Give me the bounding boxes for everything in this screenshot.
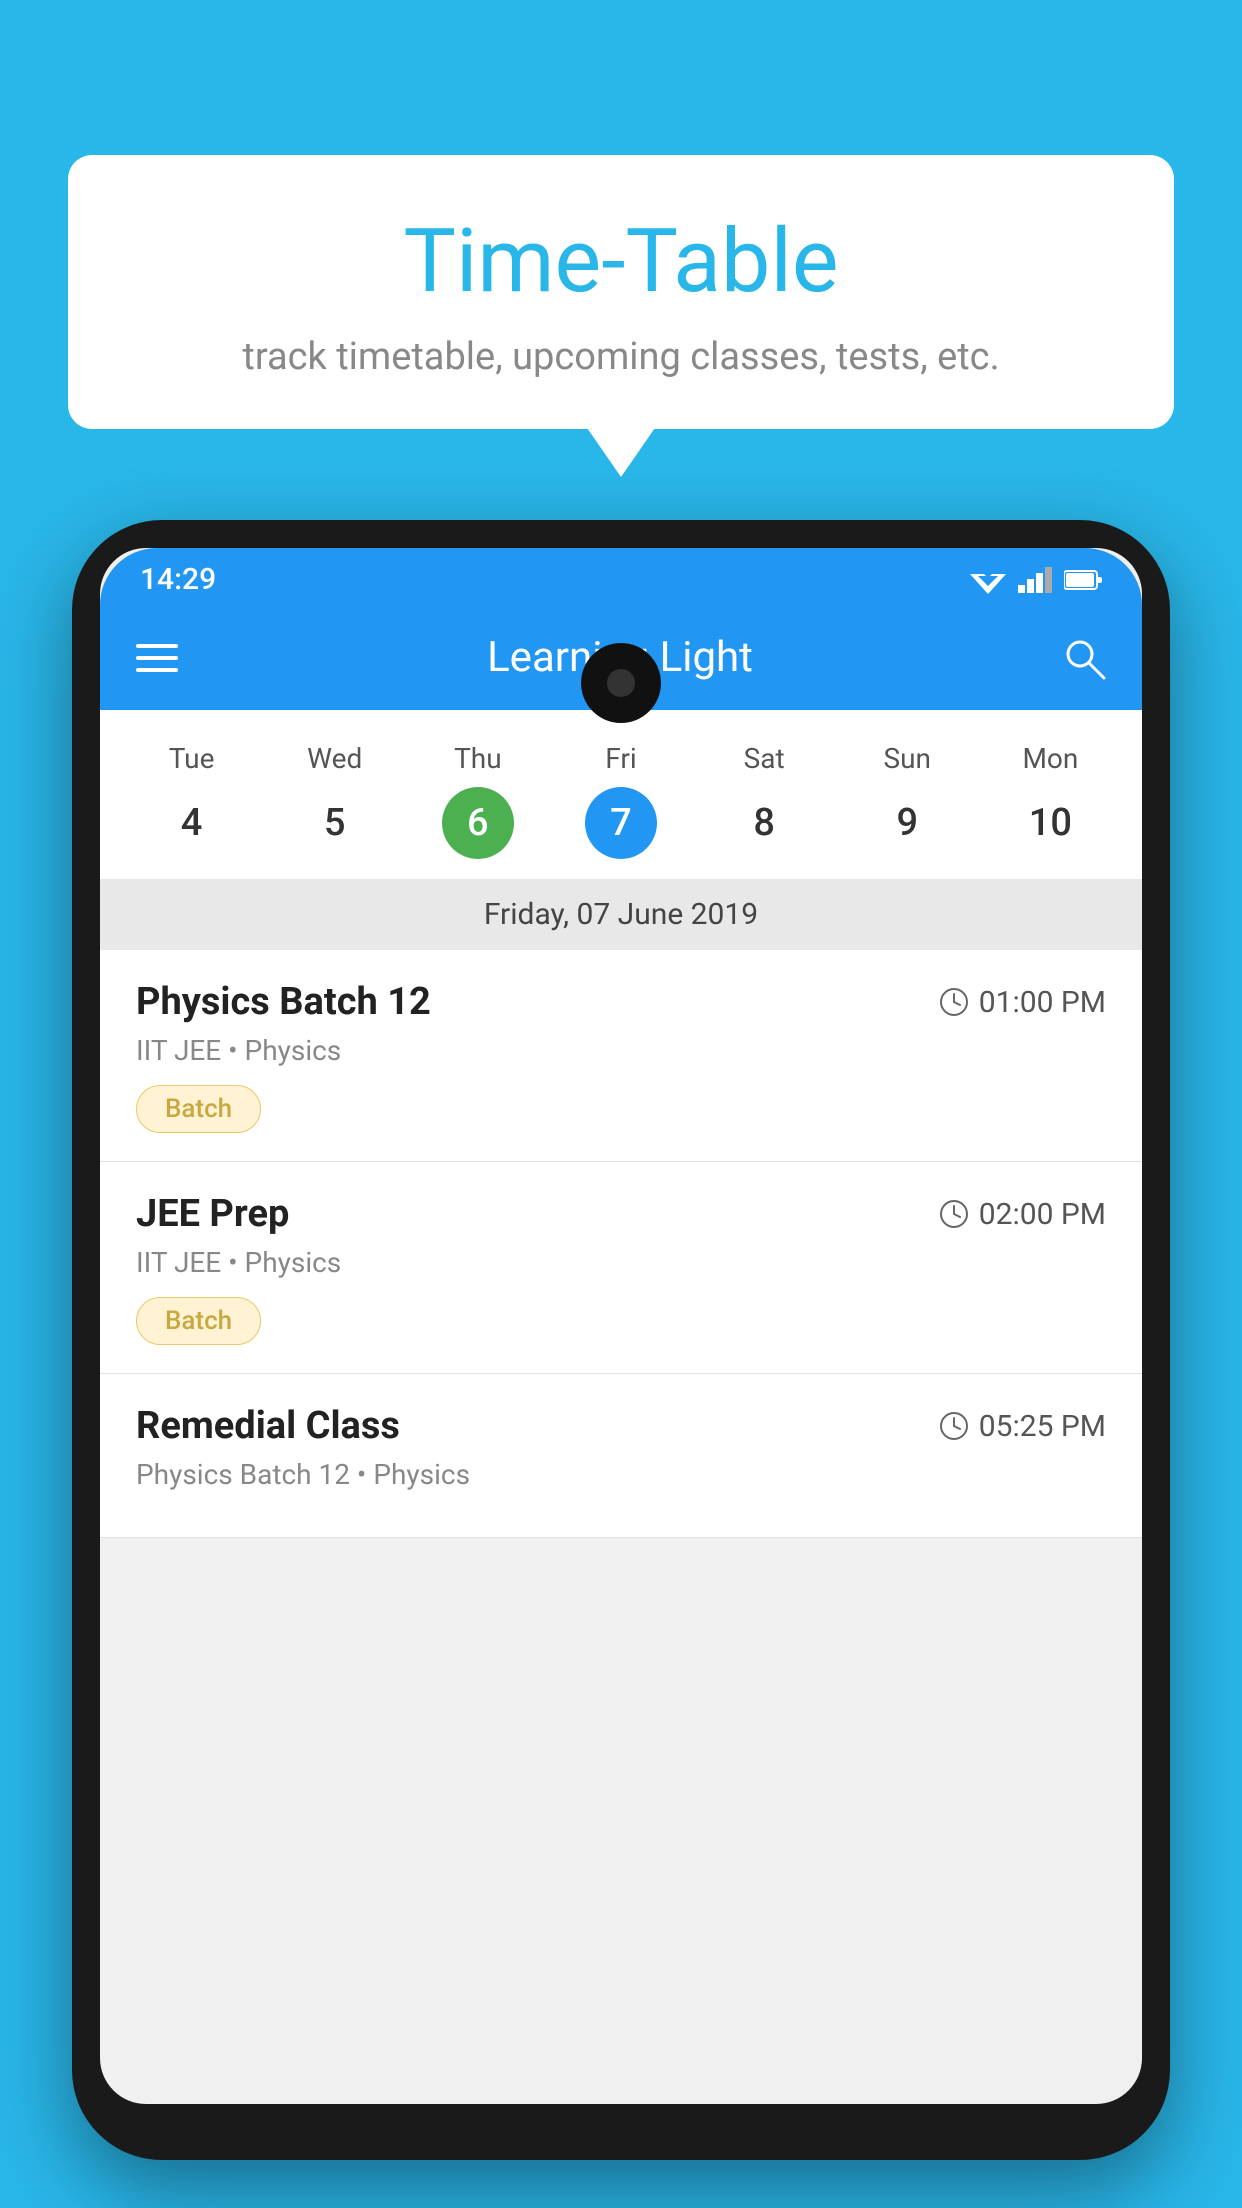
phone-screen: 14:29 [100,548,1142,2104]
schedule-item-2[interactable]: Remedial Class 05:25 PM Physics Batch 12… [100,1374,1142,1538]
date-5[interactable]: 5 [299,787,371,859]
menu-line-2 [136,656,178,660]
day-header-2: Thu [406,730,549,787]
wifi-icon [970,566,1006,594]
day-header-3: Fri [549,730,692,787]
app-title-heading: Time-Table [128,210,1114,313]
status-bar: 14:29 [100,548,1142,605]
day-header-1: Wed [263,730,406,787]
day-header-4: Sat [693,730,836,787]
day-header-5: Sun [836,730,979,787]
signal-icon [1018,567,1052,593]
status-icons [970,566,1102,594]
clock-icon-0 [939,987,969,1017]
schedule-item-0-subtitle: IIT JEE • Physics [136,1034,1106,1067]
schedule-item-2-header: Remedial Class 05:25 PM [136,1404,1106,1448]
schedule-item-1-subtitle: IIT JEE • Physics [136,1246,1106,1279]
date-10[interactable]: 10 [1014,787,1086,859]
speech-bubble: Time-Table track timetable, upcoming cla… [68,155,1174,429]
schedule-item-1-time: 02:00 PM [939,1197,1106,1232]
clock-icon-1 [939,1199,969,1229]
schedule-item-0-badge: Batch [136,1085,261,1133]
phone-container: 14:29 [72,520,1170,2208]
speech-bubble-container: Time-Table track timetable, upcoming cla… [68,155,1174,429]
menu-line-1 [136,644,178,648]
schedule-item-0-time-text: 01:00 PM [979,985,1106,1020]
phone-camera [607,669,635,697]
schedule-item-0-title: Physics Batch 12 [136,980,431,1024]
date-9[interactable]: 9 [871,787,943,859]
day-headers: Tue Wed Thu Fri Sat Sun Mon [100,730,1142,787]
date-7-selected[interactable]: 7 [585,787,657,859]
schedule-item-2-title: Remedial Class [136,1404,400,1448]
date-6-today[interactable]: 6 [442,787,514,859]
hamburger-menu-button[interactable] [136,644,178,672]
app-subtitle: track timetable, upcoming classes, tests… [128,335,1114,379]
search-button[interactable] [1062,636,1106,680]
phone-frame: 14:29 [72,520,1170,2160]
phone-notch [581,643,661,723]
date-8[interactable]: 8 [728,787,800,859]
day-header-6: Mon [979,730,1122,787]
status-time: 14:29 [140,562,216,597]
schedule-item-1-header: JEE Prep 02:00 PM [136,1192,1106,1236]
day-header-0: Tue [120,730,263,787]
day-numbers: 4 5 6 7 8 9 10 [100,787,1142,879]
search-icon [1062,636,1106,680]
calendar-strip: Tue Wed Thu Fri Sat Sun Mon 4 5 6 7 8 9 … [100,710,1142,950]
schedule-item-1-title: JEE Prep [136,1192,289,1236]
schedule-item-1[interactable]: JEE Prep 02:00 PM IIT JEE • Physics Batc… [100,1162,1142,1374]
selected-date-label: Friday, 07 June 2019 [100,879,1142,950]
schedule-item-2-time: 05:25 PM [939,1409,1106,1444]
schedule-item-0[interactable]: Physics Batch 12 01:00 PM IIT JEE • Phys… [100,950,1142,1162]
schedule-item-0-header: Physics Batch 12 01:00 PM [136,980,1106,1024]
schedule-item-2-time-text: 05:25 PM [979,1409,1106,1444]
schedule-item-2-subtitle: Physics Batch 12 • Physics [136,1458,1106,1491]
clock-icon-2 [939,1411,969,1441]
battery-icon [1064,568,1102,592]
schedule-item-1-time-text: 02:00 PM [979,1197,1106,1232]
schedule-item-1-badge: Batch [136,1297,261,1345]
date-4[interactable]: 4 [156,787,228,859]
schedule-list: Physics Batch 12 01:00 PM IIT JEE • Phys… [100,950,1142,1538]
menu-line-3 [136,668,178,672]
schedule-item-0-time: 01:00 PM [939,985,1106,1020]
